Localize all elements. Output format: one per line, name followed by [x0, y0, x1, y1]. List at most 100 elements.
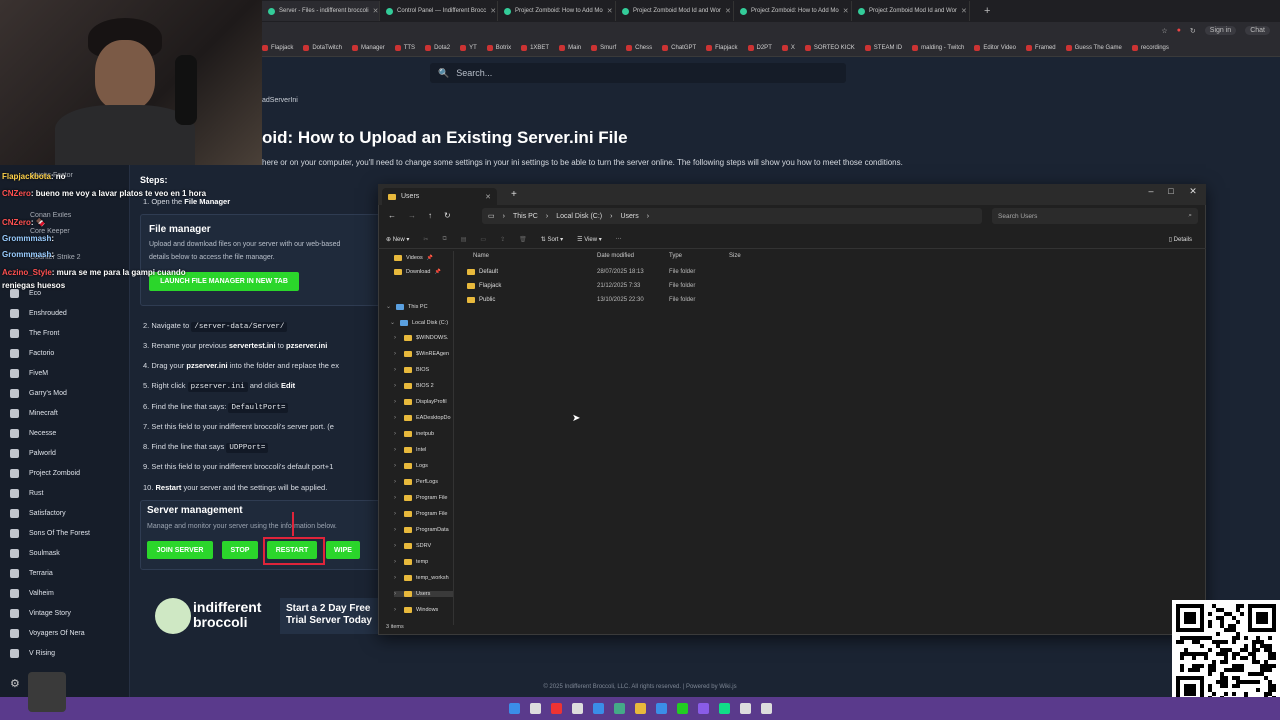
refresh-icon[interactable]: ↻ — [1190, 27, 1196, 35]
copy-icon[interactable]: ⧉ — [442, 236, 446, 243]
browser-tab[interactable]: Server - Files - indifferent broccoli ✕ — [262, 1, 380, 21]
view-button[interactable]: ☰ View ▾ — [577, 236, 602, 243]
tree-item[interactable]: › EADesktopDo — [394, 415, 451, 421]
bookmark-item[interactable]: recordings — [1131, 44, 1169, 51]
bookmark-item[interactable]: TTS — [394, 44, 415, 51]
sidebar-item[interactable]: The Front — [10, 329, 59, 338]
chevron-icon[interactable]: › — [394, 591, 400, 597]
close-window-icon[interactable]: ✕ — [1182, 184, 1204, 198]
bookmark-item[interactable]: ChatGPT — [662, 44, 696, 51]
explorer-search-input[interactable]: Search Users ⌕ — [992, 208, 1198, 224]
bookmark-item[interactable]: X — [781, 44, 795, 51]
path-segment[interactable]: Users — [620, 213, 638, 220]
bookmark-item[interactable]: 1XBET — [521, 44, 549, 51]
browser-icon[interactable] — [550, 703, 562, 714]
app-icon[interactable] — [571, 703, 583, 714]
tree-item[interactable]: ⌄ Local Disk (C:) — [390, 319, 448, 326]
file-row[interactable]: Public 13/10/2025 22:30 File folder — [467, 297, 729, 303]
close-icon[interactable]: ✕ — [725, 7, 731, 15]
bookmark-item[interactable]: Guess The Game — [1065, 44, 1122, 51]
tree-item[interactable]: › inetpub — [394, 431, 434, 437]
trial-banner[interactable]: Start a 2 Day Free Trial Server Today — [280, 598, 380, 634]
sidebar-item[interactable]: Sons Of The Forest — [10, 529, 90, 538]
chevron-icon[interactable]: › — [394, 367, 400, 373]
column-header-size[interactable]: Size — [729, 253, 741, 259]
new-tab-icon[interactable]: + — [511, 189, 517, 200]
sidebar-item[interactable]: Minecraft — [10, 409, 58, 418]
join-server-button[interactable]: JOIN SERVER — [147, 541, 213, 559]
tree-item[interactable]: › $WINDOWS. — [394, 335, 448, 341]
chevron-icon[interactable]: › — [394, 447, 400, 453]
tree-item[interactable]: › SDRV — [394, 543, 431, 549]
tree-item[interactable]: › ProgramData — [394, 527, 449, 533]
column-header-type[interactable]: Type — [669, 253, 682, 259]
bookmark-item[interactable]: malding - Twitch — [912, 44, 964, 51]
star-icon[interactable]: ☆ — [1161, 27, 1167, 35]
bookmark-item[interactable]: Botrix — [486, 44, 511, 51]
gear-icon[interactable]: ⚙ — [10, 677, 20, 690]
bookmark-item[interactable]: Flapjack — [706, 44, 738, 51]
forward-arrow-icon[interactable]: → — [408, 211, 416, 220]
browser-tab[interactable]: Project Zomboid Mod Id and Wor ✕ — [852, 1, 970, 21]
chevron-icon[interactable]: › — [394, 335, 400, 341]
tree-item[interactable]: › Program File — [394, 495, 447, 501]
restart-button[interactable]: RESTART — [267, 541, 317, 559]
tree-item[interactable]: › Intel — [394, 447, 426, 453]
tree-item[interactable]: › Program File — [394, 511, 447, 517]
file-row[interactable]: Default 28/07/2025 18:13 File folder — [467, 269, 729, 275]
up-arrow-icon[interactable]: ↑ — [428, 211, 432, 220]
tree-item[interactable]: ⌄ This PC — [386, 303, 428, 310]
close-icon[interactable]: ✕ — [961, 7, 967, 15]
bookmark-item[interactable]: DotaTwitch — [303, 44, 342, 51]
browser-tab[interactable]: Project Zomboid Mod Id and Wor ✕ — [616, 1, 734, 21]
new-tab-icon[interactable]: + — [984, 5, 990, 17]
sidebar-item[interactable]: Garry's Mod — [10, 389, 67, 398]
sidebar-item[interactable]: Voyagers Of Nera — [10, 629, 85, 638]
tree-item[interactable]: › DisplayProfil — [394, 399, 447, 405]
tree-item[interactable]: › temp — [394, 559, 428, 565]
tree-item[interactable]: › PerfLogs — [394, 479, 438, 485]
spotify-icon[interactable] — [676, 703, 688, 714]
tree-item[interactable]: › BIOS — [394, 367, 429, 373]
sidebar-item[interactable]: Vintage Story — [10, 609, 71, 618]
chevron-icon[interactable]: › — [394, 527, 400, 533]
folder-icon[interactable] — [634, 703, 646, 714]
tree-item[interactable]: › Users — [394, 591, 453, 597]
details-button[interactable]: ▯ Details — [1169, 236, 1192, 243]
search-icon[interactable] — [529, 703, 541, 714]
close-icon[interactable]: ✕ — [843, 7, 849, 15]
chevron-icon[interactable]: › — [394, 559, 400, 565]
chevron-icon[interactable]: › — [394, 607, 400, 613]
tree-item[interactable]: › Windows — [394, 607, 438, 613]
column-header-date[interactable]: Date modified — [597, 253, 634, 259]
app-icon[interactable] — [718, 703, 730, 714]
bookmark-item[interactable]: STEAM ID — [864, 44, 902, 51]
back-arrow-icon[interactable]: ← — [388, 211, 396, 220]
steam-icon[interactable] — [613, 703, 625, 714]
refresh-icon[interactable]: ↻ — [444, 211, 451, 220]
sidebar-item[interactable]: Factorio — [10, 349, 54, 358]
more-icon[interactable]: ··· — [616, 236, 622, 242]
file-row[interactable]: Flapjack 21/12/2025 7:33 File folder — [467, 283, 729, 289]
maximize-icon[interactable]: □ — [1160, 184, 1182, 198]
chevron-icon[interactable]: › — [394, 543, 400, 549]
share-icon[interactable]: ⇪ — [500, 236, 505, 243]
chevron-icon[interactable]: › — [394, 511, 400, 517]
bookmark-item[interactable]: SORTEO KICK — [804, 44, 855, 51]
bookmark-item[interactable]: Flapjack — [262, 44, 293, 51]
close-icon[interactable]: ✕ — [607, 7, 613, 15]
explorer-tab[interactable]: Users ✕ — [382, 188, 497, 205]
close-icon[interactable]: ✕ — [373, 7, 379, 15]
sidebar-item[interactable]: Enshrouded — [10, 309, 67, 318]
app-icon[interactable] — [697, 703, 709, 714]
minimize-icon[interactable]: – — [1140, 184, 1162, 198]
chevron-icon[interactable]: › — [394, 399, 400, 405]
app-icon[interactable] — [739, 703, 751, 714]
sidebar-item[interactable]: Soulmask — [10, 549, 60, 558]
chevron-icon[interactable]: ⌄ — [390, 319, 396, 326]
chevron-icon[interactable]: › — [394, 351, 400, 357]
close-icon[interactable]: ✕ — [485, 193, 491, 201]
chevron-icon[interactable]: › — [394, 495, 400, 501]
sign-in-button[interactable]: Sign in — [1204, 26, 1237, 35]
wipe-button[interactable]: WIPE — [326, 541, 360, 559]
